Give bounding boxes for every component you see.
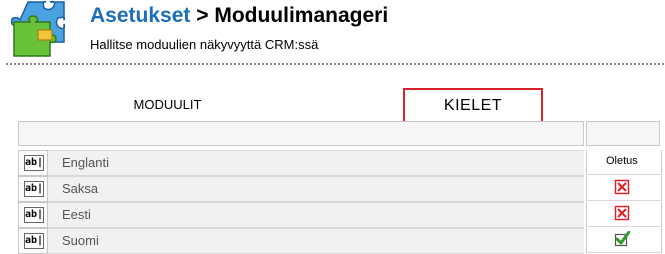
edit-text-icon[interactable]: ab|	[24, 233, 44, 249]
table-header-side	[586, 121, 660, 146]
header-divider	[6, 63, 664, 65]
edit-text-icon[interactable]: ab|	[24, 155, 44, 171]
row-icon-cell: ab|	[18, 228, 48, 254]
row-name-cell: Englanti	[48, 150, 584, 176]
language-name: Saksa	[62, 181, 99, 196]
table-row: ab| Suomi	[18, 228, 662, 254]
page-subtitle: Hallitse moduulien näkyvyyttä CRM:ssä	[90, 37, 319, 52]
language-name: Englanti	[62, 155, 109, 170]
cross-checkbox-icon[interactable]	[614, 179, 630, 195]
row-icon-cell: ab|	[18, 176, 48, 202]
table-row: ab| Eesti	[18, 202, 662, 228]
table-row: ab| Saksa	[18, 176, 662, 202]
page-title-text: Moduulimanageri	[214, 4, 389, 27]
language-table: ab| Englanti Oletus ab| Saksa ab| Eesti	[18, 121, 662, 254]
table-header-main	[18, 121, 584, 146]
row-icon-cell: ab|	[18, 202, 48, 228]
page-title: Asetukset > Moduulimanageri	[90, 4, 388, 28]
tab-modules[interactable]: MODUULIT	[20, 97, 315, 112]
row-icon-cell: ab|	[18, 150, 48, 176]
edit-text-icon[interactable]: ab|	[24, 207, 44, 223]
puzzle-icon	[10, 0, 66, 57]
tab-languages[interactable]: KIELET	[403, 88, 543, 124]
check-checkbox-icon[interactable]	[614, 231, 630, 247]
table-row: ab| Englanti Oletus	[18, 150, 662, 176]
status-cell	[586, 176, 662, 201]
row-name-cell: Suomi	[48, 228, 584, 254]
cross-checkbox-icon[interactable]	[614, 205, 630, 221]
status-cell	[586, 202, 662, 227]
breadcrumb-separator: >	[190, 4, 215, 27]
language-name: Eesti	[62, 207, 91, 222]
edit-text-icon[interactable]: ab|	[24, 181, 44, 197]
row-name-cell: Eesti	[48, 202, 584, 228]
breadcrumb-settings-link[interactable]: Asetukset	[90, 4, 190, 27]
default-column-cell: Oletus	[586, 150, 662, 175]
default-column-label: Oletus	[606, 155, 638, 167]
page-header: Asetukset > Moduulimanageri Hallitse mod…	[10, 0, 665, 64]
status-cell	[586, 228, 662, 253]
language-name: Suomi	[62, 233, 99, 248]
row-name-cell: Saksa	[48, 176, 584, 202]
